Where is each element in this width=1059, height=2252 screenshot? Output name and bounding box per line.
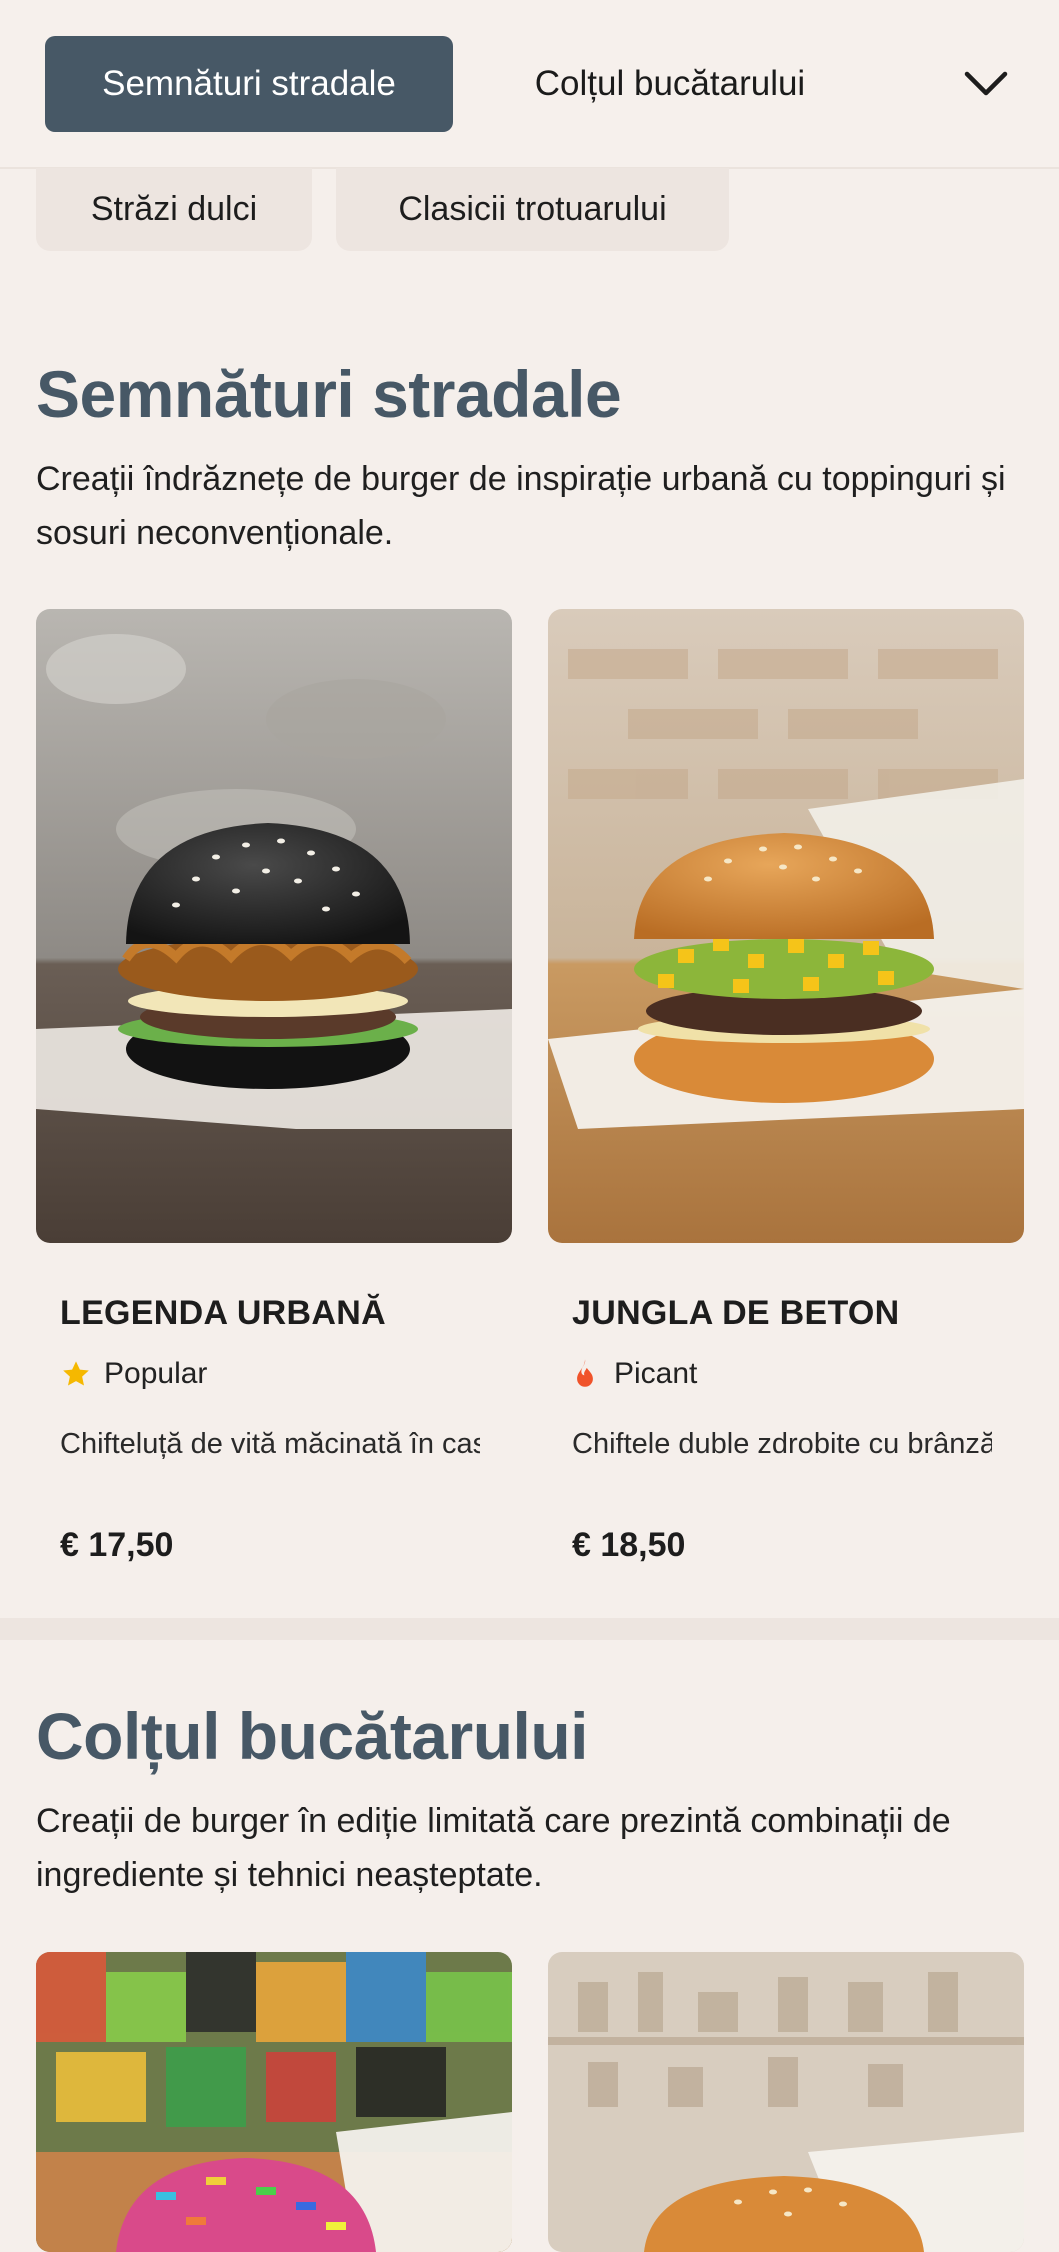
status-badge: Picant [570,1354,697,1394]
tab-semnaturi-stradale[interactable]: Semnături stradale [45,36,453,132]
item-description: Chifteluță de vită măcinată în casă cu b… [60,1428,480,1460]
tab-coltul-bucatarului[interactable]: Colțul bucătarului [490,36,850,132]
item-description: Chiftele duble zdrobite cu brânză americ… [572,1428,992,1460]
burger-image[interactable] [36,1952,512,2252]
section-divider [0,1618,1059,1640]
status-badge: Popular [60,1354,207,1394]
item-price: € 17,50 [60,1526,174,1564]
item-name: LEGENDA URBANĂ [60,1294,386,1332]
burger-image-legenda-urbana[interactable] [36,609,512,1243]
tab-strazi-dulci[interactable]: Străzi dulci [36,168,312,251]
nav-fade-overlay [850,0,1059,167]
section-title: Colțul bucătarului [36,1699,589,1773]
flame-icon [570,1357,604,1391]
item-name: JUNGLA DE BETON [572,1294,900,1332]
badge-label: Picant [614,1357,698,1390]
star-icon [60,1357,94,1391]
tab-clasicii-trotuarului[interactable]: Clasicii trotuarului [336,168,729,251]
burger-image[interactable] [548,1952,1024,2252]
section-description: Creații de burger în ediție limitată car… [36,1802,951,1894]
item-price: € 18,50 [572,1526,686,1564]
section-description: Creații îndrăznețe de burger de inspiraț… [36,460,1006,552]
chevron-down-icon[interactable] [958,60,1014,108]
burger-image-jungla-de-beton[interactable] [548,609,1024,1243]
category-nav: Semnături stradale Colțul bucătarului [0,0,1059,169]
section-title: Semnături stradale [36,357,622,431]
badge-label: Popular [104,1357,208,1390]
